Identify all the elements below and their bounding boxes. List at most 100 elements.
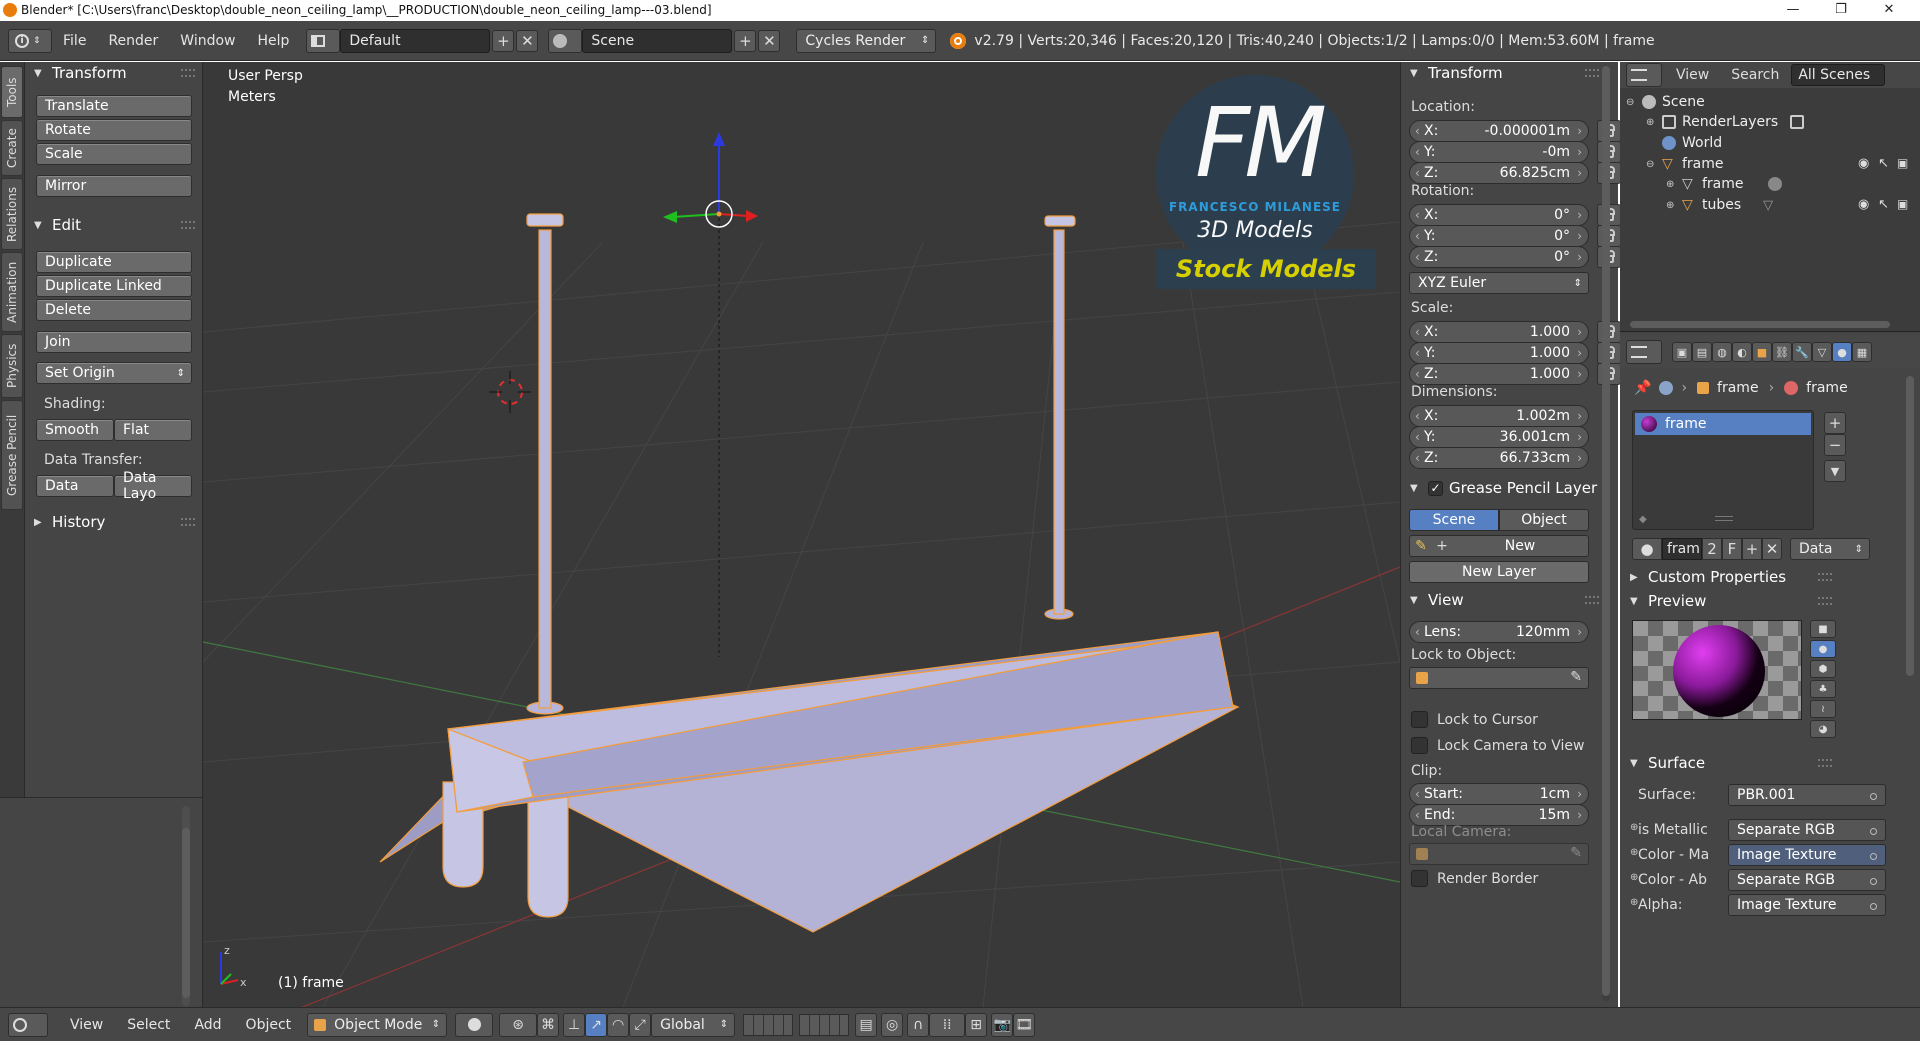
eyedropper-icon[interactable]: ✎ [1570,669,1582,685]
render-engine-select[interactable]: Cycles Render ⇕ [796,28,937,53]
render-camera-icon[interactable]: ▣ [1897,197,1908,211]
flat-button[interactable]: Flat [114,419,192,441]
rotation-x-field[interactable]: X: 0° [1409,204,1589,226]
grease-pencil-checkbox[interactable]: ✓ [1428,480,1443,496]
grease-scene-toggle[interactable]: Scene [1409,509,1499,531]
drag-grip-icon[interactable] [181,221,195,229]
data-layout-button[interactable]: Data Layo [114,470,192,502]
drag-grip-icon[interactable] [1585,69,1599,77]
remove-slot-icon[interactable]: − [1824,434,1846,456]
visibility-eye-icon[interactable]: ◉ [1858,156,1869,171]
scale-z-field[interactable]: Z: 1.000 [1409,363,1589,385]
unlink-material-icon[interactable]: ✕ [1762,538,1782,560]
material-users-count[interactable]: 2 [1702,538,1722,560]
clip-end-field[interactable]: End: 15m [1409,804,1589,826]
world-tab-icon[interactable]: ◐ [1732,342,1752,362]
close-button[interactable]: ✕ [1866,0,1912,20]
grease-new-button[interactable]: New [1452,538,1588,554]
scale-y-field[interactable]: Y: 1.000 [1409,342,1589,364]
preview-cube-icon[interactable]: ⬢ [1810,660,1836,678]
location-y-field[interactable]: Y: -0m [1409,141,1589,163]
collapse-icon[interactable]: ⊖ [1626,97,1638,108]
visibility-eye-icon[interactable]: ◉ [1858,197,1869,212]
rotation-z-field[interactable]: Z: 0° [1409,246,1589,268]
renderlayers-tab-icon[interactable]: ▤ [1692,342,1712,362]
local-camera-field[interactable]: ✎ [1409,843,1589,865]
interaction-mode-select[interactable]: Object Mode ⇕ [307,1012,448,1037]
scrollbar[interactable] [182,828,190,998]
horizontal-scrollbar[interactable] [1630,321,1890,328]
drag-grip-icon[interactable] [181,69,195,77]
add-layout-icon[interactable]: + [492,29,515,52]
dimensions-y-field[interactable]: Y: 36.001cm [1409,426,1589,448]
drag-grip-icon[interactable] [1818,573,1832,581]
smooth-button[interactable]: Smooth [36,419,114,441]
panel-transform-header[interactable]: ▼ Transform [1401,62,1619,84]
list-resize-grip[interactable] [1715,516,1733,521]
preview-sphere-icon[interactable]: ● [1810,640,1836,658]
drag-grip-icon[interactable] [1818,759,1832,767]
dimensions-x-field[interactable]: X: 1.002m [1409,405,1589,427]
outliner-row-renderlayers[interactable]: ⊕ RenderLayers [1646,112,1805,132]
manipulator-toggle-icon[interactable]: ⌘ [537,1012,560,1037]
layer-lock-icon[interactable]: ▤ [855,1012,878,1037]
scene-browse-button[interactable] [548,28,583,53]
panel-view-header[interactable]: ▼ View [1401,589,1619,611]
panel-preview-header[interactable]: ▼ Preview [1620,590,1850,612]
preview-monkey-icon[interactable]: ♣ [1810,680,1836,698]
grease-object-toggle[interactable]: Object [1499,509,1589,531]
menu-object[interactable]: Object [246,1017,292,1033]
expand-icon[interactable]: ⊕ [1666,200,1678,211]
join-button[interactable]: Join [36,331,192,353]
translate-manipulator-icon[interactable]: ⊥ [563,1012,586,1037]
breadcrumb-object[interactable]: frame [1717,380,1759,396]
menu-select[interactable]: Select [127,1017,170,1033]
layer-buttons-a[interactable] [743,1013,794,1036]
fake-user-button[interactable]: F [1722,538,1742,560]
outliner-view-menu[interactable]: View [1676,67,1709,83]
add-scene-icon[interactable]: + [734,29,757,52]
texture-tab-icon[interactable]: ▦ [1852,342,1872,362]
lock-to-cursor-checkbox[interactable] [1411,711,1428,728]
scrollbar[interactable] [1906,376,1914,676]
3d-viewport[interactable]: z x User Persp Meters (1) frame FM FRANC… [203,62,1400,1007]
panel-custom-properties-header[interactable]: ▶ Custom Properties [1620,566,1850,588]
surface-shader-select[interactable]: PBR.001 [1728,784,1886,806]
mirror-button[interactable]: Mirror [36,175,192,197]
location-x-field[interactable]: X: -0.000001m [1409,120,1589,142]
material-tab-icon[interactable]: ● [1832,342,1852,362]
clip-start-field[interactable]: Start: 1cm [1409,783,1589,805]
rotation-y-field[interactable]: Y: 0° [1409,225,1589,247]
layout-browse-button[interactable] [306,28,341,53]
panel-surface-header[interactable]: ▼ Surface [1620,752,1850,774]
tab-animation[interactable]: Animation [1,252,23,332]
lens-field[interactable]: Lens: 120mm [1409,621,1589,643]
filter-icon[interactable]: ◆ [1639,514,1647,525]
scale-manipulator-icon[interactable]: ⤢ [629,1012,652,1037]
data-tab-icon[interactable]: ▽ [1812,342,1832,362]
preview-sky-icon[interactable]: ◕ [1810,720,1836,738]
rotate-manipulator-icon[interactable]: ◠ [607,1012,630,1037]
menu-window[interactable]: Window [180,33,235,49]
color-ma-select[interactable]: Image Texture [1728,844,1886,866]
grease-new-layer-button[interactable]: New Layer [1409,561,1589,583]
minimize-button[interactable]: — [1770,0,1816,20]
plus-icon[interactable]: + [1432,538,1452,554]
menu-render[interactable]: Render [108,33,158,49]
panel-edit-header[interactable]: ▼ Edit [25,214,203,236]
collapse-icon[interactable]: ⊖ [1646,159,1658,170]
constraints-tab-icon[interactable]: ⛓ [1772,342,1792,362]
delete-button[interactable]: Delete [36,299,192,321]
location-z-field[interactable]: Z: 66.825cm [1409,162,1589,184]
editor-type-button[interactable]: i ⇕ [8,28,52,53]
drag-grip-icon[interactable] [1585,596,1599,604]
pencil-icon[interactable]: ✎ [1410,538,1432,554]
drag-grip-icon[interactable] [1818,597,1832,605]
preview-hair-icon[interactable]: ≀ [1810,700,1836,718]
translate-button[interactable]: Translate [36,95,192,117]
outliner-row-scene[interactable]: ⊖ Scene [1626,92,1705,112]
delete-scene-icon[interactable]: ✕ [758,29,781,52]
expand-icon[interactable]: ⊕ [1666,179,1678,190]
lock-camera-checkbox[interactable] [1411,737,1428,754]
translate-arrow-icon[interactable]: ↗ [585,1012,608,1037]
